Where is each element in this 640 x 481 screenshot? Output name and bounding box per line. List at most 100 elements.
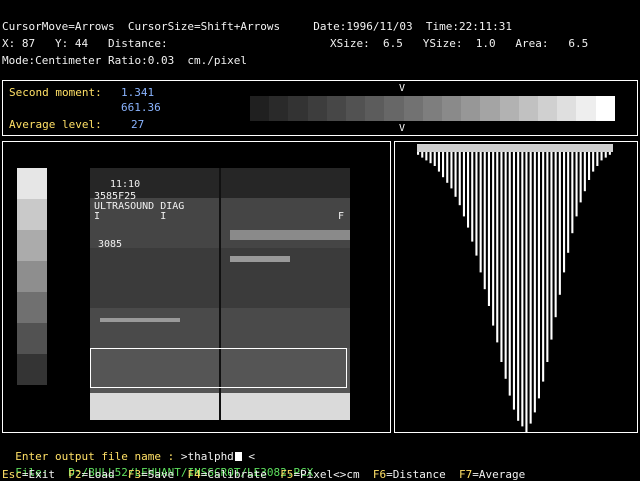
histogram-bar [588,152,591,180]
size-readout: XSize: 6.5 YSize: 1.0 Area: 6.5 [330,37,589,50]
histogram-bar [521,152,524,427]
histogram-bar [462,152,465,217]
header-status-line: CursorMove=Arrows CursorSize=Shift+Arrow… [2,20,512,33]
fkey-key: F6 [372,468,387,481]
fkey-f7[interactable]: F7=Average [459,468,525,481]
histogram-bar [517,152,520,421]
histogram-bar [417,152,420,155]
fkey-f6[interactable]: F6=Distance [373,468,459,481]
gray-strip-cell [288,96,308,121]
fkey-label: =Exit [21,468,69,481]
cursor-readout: X: 87 Y: 44 Distance: [2,37,168,50]
histogram-bar [583,152,586,192]
histogram-bar [508,152,511,396]
histogram-bar [487,152,490,306]
histogram-bar [546,152,549,362]
function-key-bar: Esc=Exit F2=Load F3=Save F4=Calibrate F5… [2,468,525,481]
gray-strip-cell [595,96,615,121]
fkey-f5[interactable]: F5=Pixel<>cm [280,468,373,481]
gray-strip-cell [480,96,500,121]
histogram-bar [483,152,486,290]
fkey-label: =Pixel<>cm [293,468,373,481]
overlay-depth: 3085 [98,239,123,250]
overlay-markers: I I [94,211,167,222]
histogram-bar [529,152,532,424]
fkey-f4[interactable]: F4=Calibrate [187,468,280,481]
gray-swatch [17,168,47,199]
fkey-f3[interactable]: F3=Save [128,468,188,481]
fkey-key: Esc [2,468,22,481]
histogram-panel [394,141,638,433]
second-moment-label: Second moment: [9,86,102,99]
gray-swatch-column [17,168,47,385]
histogram-bar [458,152,461,206]
histogram-bar [429,152,432,164]
gray-strip-cell [307,96,327,121]
histogram-bar [479,152,482,273]
histogram-bar [450,152,453,189]
histogram-bar [554,152,557,318]
histogram-bar [471,152,474,242]
gray-strip-cell [346,96,366,121]
second-moment-value-2: 661.36 [121,101,161,114]
histogram-bar [563,152,566,273]
gray-level-strip [250,96,615,121]
histogram-bar [433,152,436,166]
gray-strip-cell [365,96,385,121]
histogram-bar [571,152,574,234]
mode-readout: Mode:Centimeter Ratio:0.03 cm./pixel [2,54,248,67]
gray-strip-cell [557,96,577,121]
gray-swatch [17,230,47,261]
fkey-label: =Load [81,468,128,481]
gray-swatch [17,323,47,354]
histogram-bar [604,152,607,158]
histogram-bar [475,152,478,256]
fkey-label: =Distance [386,468,460,481]
level-marker-top: V [399,83,406,94]
roi-selection-box[interactable] [90,348,347,388]
histogram-bar [492,152,495,326]
fkey-key: F7 [459,468,473,481]
histogram-bar [592,152,595,172]
gray-swatch [17,199,47,230]
fkey-label: =Average [472,468,526,481]
average-level-value: 27 [131,118,145,131]
histogram-bar [421,152,424,158]
gray-strip-cell [576,96,596,121]
histogram-bar [504,152,507,379]
histogram-bar [512,152,515,410]
fkey-f2[interactable]: F2=Load [68,468,128,481]
histogram-bar [608,152,611,155]
gray-strip-cell [384,96,404,121]
fkey-esc[interactable]: Esc=Exit [2,468,68,481]
gray-strip-cell [499,96,519,121]
histogram-bar [437,152,440,172]
gray-swatch [17,261,47,292]
histogram-bar [500,152,503,362]
histogram-bar [454,152,457,197]
histogram-bar [550,152,553,340]
histogram-bar [558,152,561,295]
histogram-bar [533,152,536,413]
histogram-bar [496,152,499,343]
histogram-bar [579,152,582,203]
histogram-top-band [417,144,613,152]
gray-swatch [17,354,47,385]
histogram-bar [575,152,578,217]
gray-strip-cell [326,96,347,121]
fkey-key: F5 [280,468,294,481]
histogram-bar [525,152,528,432]
gray-swatch [17,292,47,323]
histogram-bar [542,152,545,382]
fkey-key: F2 [68,468,82,481]
histogram-bar [567,152,570,253]
histogram-bar [442,152,445,178]
fkey-key: F4 [187,468,201,481]
gray-strip-cell [422,96,443,121]
histogram-bar [537,152,540,399]
histogram-bar [425,152,428,161]
gray-strip-cell [538,96,558,121]
fkey-label: =Save [141,468,188,481]
gray-strip-cell [461,96,481,121]
histogram-bar [596,152,599,166]
